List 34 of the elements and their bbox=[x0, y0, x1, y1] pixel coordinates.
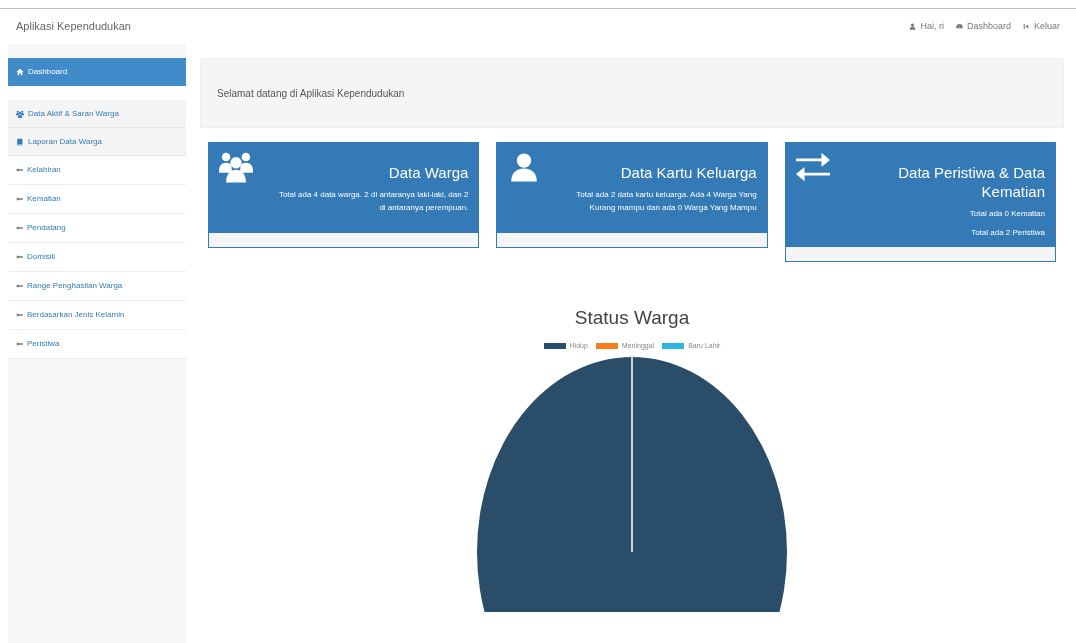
arrow-icon bbox=[16, 168, 23, 172]
legend-swatch bbox=[595, 342, 618, 349]
arrow-icon bbox=[16, 197, 23, 201]
header-link[interactable]: Dashboard bbox=[955, 19, 1011, 34]
legend-swatch bbox=[543, 342, 566, 349]
card-title: Data Warga bbox=[388, 163, 469, 182]
card-text: Total ada 2 data kartu keluarga. Ada 4 Warga Yang Kurang mampu dan ada 0 Warga Yang Mampu bbox=[575, 189, 757, 214]
user-icon bbox=[909, 23, 917, 30]
header-link[interactable]: Keluar bbox=[1023, 19, 1060, 34]
card-title: Data Peristiwa & Data Kematian bbox=[897, 163, 1045, 201]
dashboard-icon bbox=[955, 23, 963, 30]
sidebar-item[interactable]: Laporan Data Warga bbox=[8, 128, 186, 156]
users-icon bbox=[219, 151, 253, 183]
card-text: Total ada 0 Kematian bbox=[968, 208, 1045, 220]
home-icon bbox=[16, 68, 24, 76]
exchange-icon bbox=[795, 151, 830, 183]
legend-swatch bbox=[662, 342, 685, 349]
header-link[interactable]: Hai, ri bbox=[909, 19, 944, 34]
sidebar-item[interactable]: Dashboard bbox=[8, 58, 186, 86]
arrow-icon bbox=[16, 313, 23, 317]
arrow-icon bbox=[16, 226, 23, 230]
welcome-panel: Selamat datang di Aplikasi Kependudukan bbox=[200, 58, 1064, 128]
card-text: Total ada 2 Peristiwa bbox=[970, 227, 1045, 239]
arrow-icon bbox=[16, 342, 23, 346]
arrow-icon bbox=[16, 284, 23, 288]
card-title: Data Kartu Keluarga bbox=[620, 163, 757, 182]
app-title: Aplikasi Kependudukan bbox=[16, 19, 131, 35]
sidebar-item[interactable]: Data Aktif & Saran Warga bbox=[8, 100, 186, 128]
arrow-icon bbox=[16, 255, 23, 259]
book-icon bbox=[16, 137, 24, 146]
card-text: Total ada 4 data warga. 2 di antaranya laki-laki, dan 2 di antaranya perempuan. bbox=[278, 189, 469, 214]
logout-icon bbox=[1023, 23, 1030, 30]
users-icon bbox=[16, 109, 24, 118]
chart-title: Status Warga bbox=[574, 306, 690, 330]
